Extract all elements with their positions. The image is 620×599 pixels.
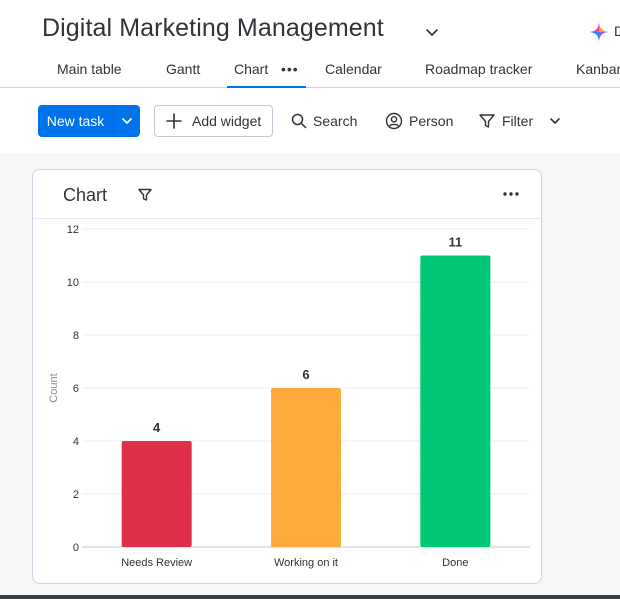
tab-roadmap-tracker[interactable]: Roadmap tracker <box>425 61 532 77</box>
person-icon <box>385 112 403 130</box>
tab-calendar[interactable]: Calendar <box>325 61 382 77</box>
person-label: Person <box>409 113 454 129</box>
tab-more-icon[interactable]: ••• <box>281 61 299 77</box>
tab-main-table[interactable]: Main table <box>57 61 122 77</box>
taskbar-strip <box>0 595 620 599</box>
more-options-icon[interactable] <box>501 184 521 204</box>
add-widget-button[interactable]: Add widget <box>154 105 273 137</box>
plus-icon <box>166 113 182 129</box>
chevron-down-icon <box>122 118 132 124</box>
new-task-label[interactable]: New task <box>38 105 114 137</box>
tab-chart[interactable]: Chart <box>234 61 268 77</box>
tab-kanban[interactable]: Kanban <box>576 61 620 77</box>
view-tabs: Main table Gantt Chart ••• Calendar Road… <box>0 52 620 88</box>
chart-widget: Chart <box>32 169 542 584</box>
widget-title[interactable]: Chart <box>63 185 107 206</box>
chevron-down-icon[interactable] <box>549 115 561 127</box>
board-header: Digital Marketing Management D Main tabl… <box>0 0 620 153</box>
toolbar: New task Add widget Search Person Filter <box>0 104 620 138</box>
tab-gantt[interactable]: Gantt <box>166 61 200 77</box>
search-icon <box>291 113 307 129</box>
search-label: Search <box>313 113 358 129</box>
search-button[interactable]: Search <box>291 105 357 137</box>
new-task-button[interactable]: New task <box>38 105 140 137</box>
filter-label: Filter <box>502 113 534 129</box>
active-tab-indicator <box>227 86 306 88</box>
chevron-down-icon[interactable] <box>424 24 440 40</box>
ai-label[interactable]: D <box>614 23 620 39</box>
widget-header: Chart <box>33 170 541 219</box>
person-button[interactable]: Person <box>385 105 453 137</box>
filter-icon[interactable] <box>137 187 153 203</box>
board-title[interactable]: Digital Marketing Management <box>42 14 384 43</box>
ai-sparkle-icon[interactable] <box>589 22 609 42</box>
new-task-dropdown[interactable] <box>114 105 140 137</box>
filter-icon <box>479 114 495 128</box>
filter-button[interactable]: Filter <box>478 105 561 137</box>
add-widget-label: Add widget <box>192 113 262 129</box>
